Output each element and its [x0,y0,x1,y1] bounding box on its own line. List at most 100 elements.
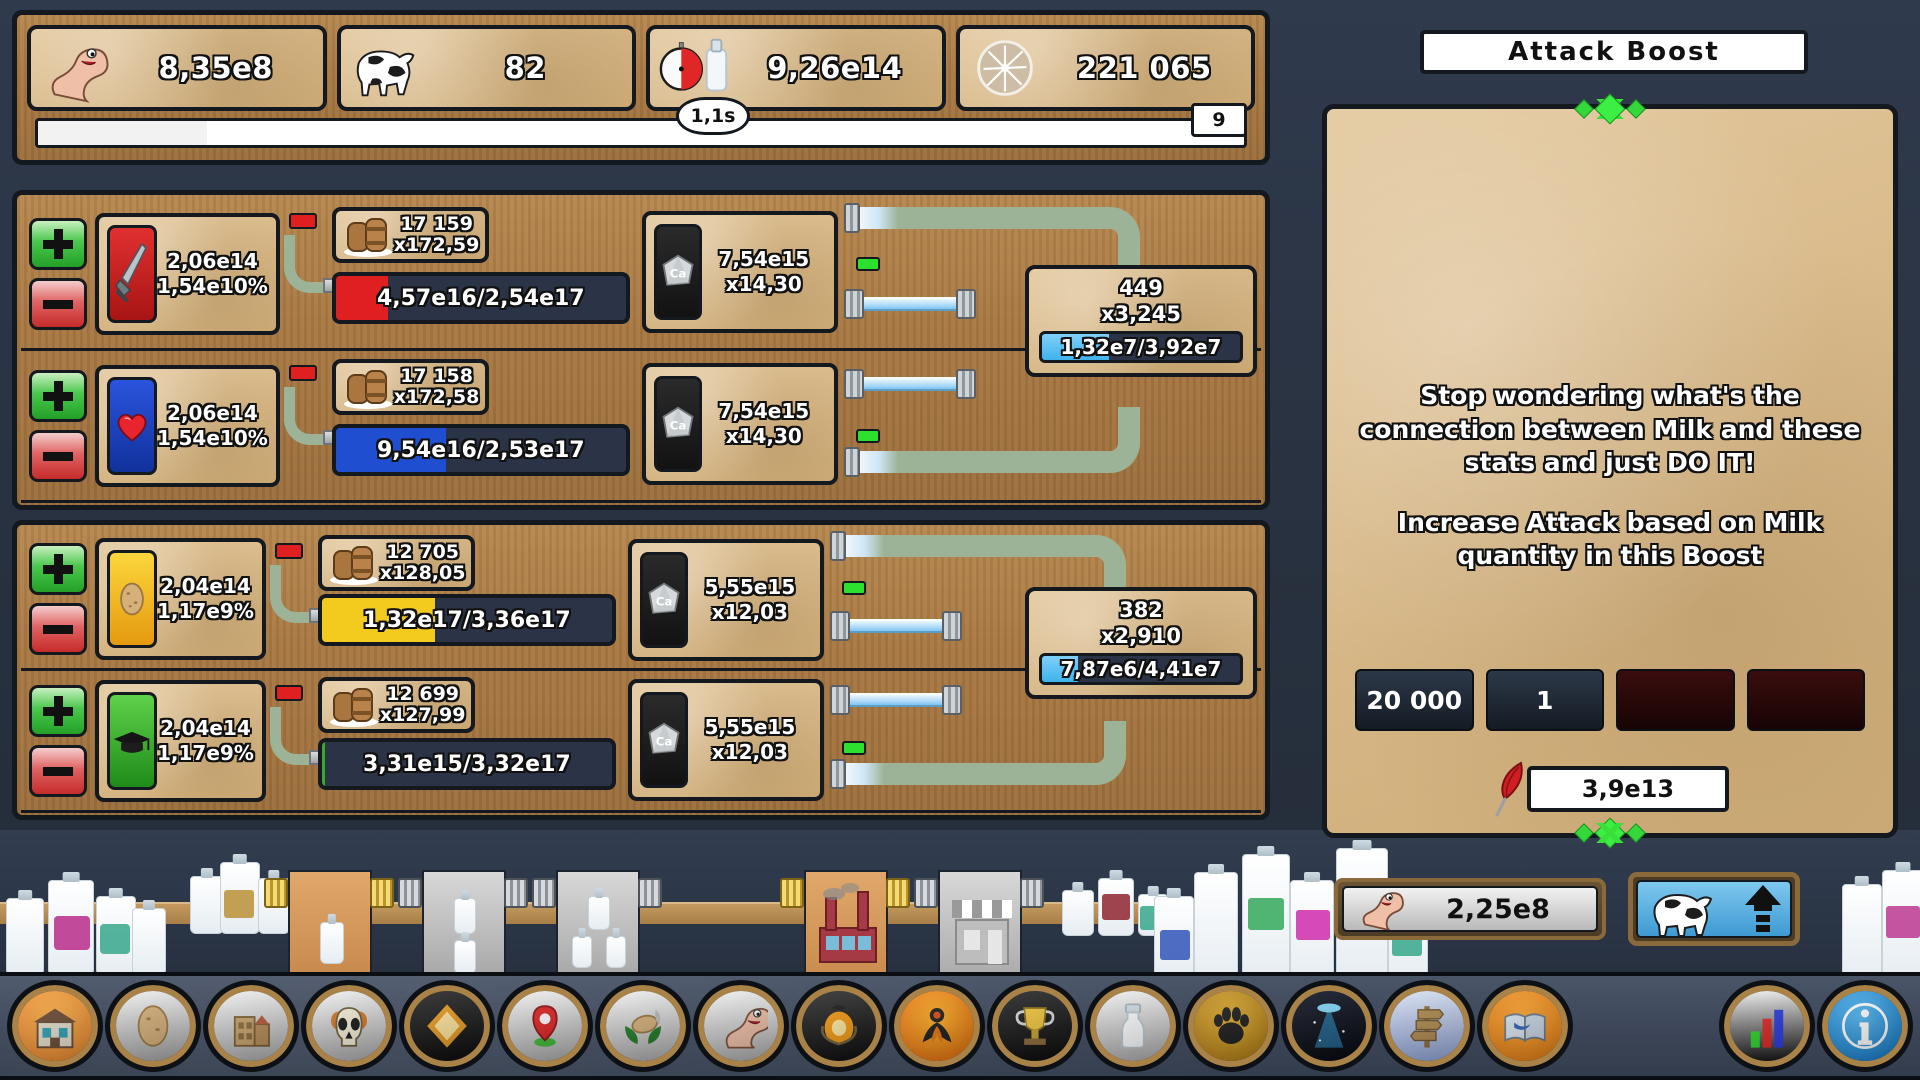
group-total-meter-text: 7,87e6/4,41e7 [1060,657,1222,681]
pipe-column [266,671,333,810]
meter-text: 9,54e16/2,53e17 [376,437,585,463]
calcium-card[interactable]: Ca 7,54e15 x14,30 [641,211,838,333]
calcium-card[interactable]: Ca 7,54e15 x14,30 [641,363,838,485]
nav-stats[interactable] [1719,980,1815,1072]
barrel-card[interactable]: 12 705 x128,05 [317,535,476,591]
nav-worm[interactable] [693,980,789,1072]
shatter-icon [966,33,1044,103]
red-feather-quill-icon [1491,759,1535,819]
nav-info[interactable] [1817,980,1913,1072]
barrel-card[interactable]: 17 159 x172,59 [331,207,490,263]
boost-panel-column: Attack Boost Stop wondering what's the c… [1300,0,1920,1080]
nav-forge[interactable] [791,980,887,1072]
stat-values: 2,06e14 1,54e10% [157,401,268,451]
elbow-pipe-icon [269,707,333,765]
gem-icon [1574,99,1594,119]
stat-card[interactable]: 2,06e14 1,54e10% [95,364,280,487]
resource-cows[interactable]: 82 [336,25,636,111]
group-total-card[interactable]: 449 x3,245 1,32e7/3,92e7 [1025,265,1257,377]
boost-title: Attack Boost [1420,30,1808,74]
barrel-mult: x172,58 [393,386,480,408]
boost-amount-button-1[interactable]: 20 000 [1355,669,1474,731]
resource-worms[interactable]: 8,35e8 [27,25,327,111]
barrel-card[interactable]: 12 699 x127,99 [317,677,476,733]
plus-icon [43,553,73,584]
diamond-icon [410,991,484,1061]
factory-card-steel[interactable] [422,870,506,978]
nav-signpost[interactable] [1379,980,1475,1072]
gem-icon [1626,99,1646,119]
nav-laurel[interactable] [595,980,691,1072]
decrease-button[interactable] [29,602,87,655]
nav-diamond[interactable] [399,980,495,1072]
factory-card-shop[interactable] [938,870,1022,980]
resource-shards[interactable]: 221 065 [955,25,1255,111]
group-total-meter[interactable]: 7,87e6/4,41e7 [1039,653,1243,685]
progress-meter[interactable]: 9,54e16/2,53e17 [331,424,630,476]
stat-value: 2,06e14 [167,400,258,425]
calcium-icon: Ca [639,552,688,648]
factory-card-steel[interactable] [556,870,640,978]
worms-value: 8,35e8 [158,51,273,85]
pipe-column [280,351,347,500]
nav-buildings[interactable] [203,980,299,1072]
ufo-icon [1292,991,1366,1061]
increase-button[interactable] [29,217,87,270]
barrel-icon [328,541,380,585]
group-total-card[interactable]: 382 x2,910 7,87e6/4,41e7 [1025,587,1257,699]
calcium-card[interactable]: Ca 5,55e15 x12,03 [627,679,824,801]
group-total-meter[interactable]: 1,32e7/3,92e7 [1039,331,1243,363]
worm-icon [37,33,115,103]
decrease-button[interactable] [29,277,87,330]
decrease-button[interactable] [29,744,87,797]
progress-meter[interactable]: 3,31e15/3,32e17 [317,738,616,790]
worm-counter[interactable]: 2,25e8 [1334,878,1606,940]
bear-paw-icon [1194,991,1268,1061]
quill-row: 3,9e13 [1491,759,1729,819]
stat-card[interactable]: 2,04e14 1,17e9% [95,679,266,802]
boost-value-box[interactable]: 3,9e13 [1527,766,1729,812]
nav-milk[interactable] [1085,980,1181,1072]
stat-value: 2,06e14 [167,248,258,273]
buildings-icon [214,991,288,1061]
boost-description: Stop wondering what's the connection bet… [1353,379,1867,573]
meter-fill [321,742,325,786]
factory-card-plant[interactable] [804,870,888,980]
progress-meter[interactable]: 1,32e17/3,36e17 [317,594,616,646]
stat-bonus: 1,54e10% [157,273,268,298]
calcium-card[interactable]: Ca 5,55e15 x12,03 [627,539,824,661]
roller [886,878,910,908]
decrease-button[interactable] [29,429,87,482]
nav-tavern[interactable] [7,980,103,1072]
nav-skull[interactable] [301,980,397,1072]
spellbook-icon [1488,991,1562,1061]
laurel-potato-icon [606,991,680,1061]
nav-map-pin[interactable] [497,980,593,1072]
barrel-card[interactable]: 17 158 x172,58 [331,359,490,415]
resource-milk[interactable]: 9,26e14 1,1s [646,25,946,135]
nav-paw[interactable] [1183,980,1279,1072]
progress-meter[interactable]: 4,57e16/2,54e17 [331,272,630,324]
boost-amount-button-2[interactable]: 1 [1485,669,1604,731]
stat-card[interactable]: 2,04e14 1,17e9% [95,537,266,660]
boost-amount-button-4[interactable] [1746,669,1865,731]
increase-button[interactable] [29,369,87,422]
stat-card[interactable]: 2,06e14 1,54e10% [95,212,280,335]
row-plus-minus [29,369,87,482]
nav-trophy[interactable] [987,980,1083,1072]
increase-button[interactable] [29,684,87,737]
boost-panel: Stop wondering what's the connection bet… [1322,93,1898,849]
nav-ufo[interactable] [1281,980,1377,1072]
nav-potato[interactable] [105,980,201,1072]
cow-upgrade-button[interactable] [1628,872,1800,946]
nav-phoenix[interactable] [889,980,985,1072]
milk-timer: 1,1s [676,97,750,135]
roller [398,878,422,908]
svg-text:Ca: Ca [656,594,673,608]
nav-book[interactable] [1477,980,1573,1072]
factory-card-wood[interactable] [288,870,372,978]
boost-amount-button-3[interactable] [1616,669,1735,731]
roller [1020,878,1044,908]
calcium-values: 5,55e15 x12,03 [688,715,812,765]
increase-button[interactable] [29,542,87,595]
